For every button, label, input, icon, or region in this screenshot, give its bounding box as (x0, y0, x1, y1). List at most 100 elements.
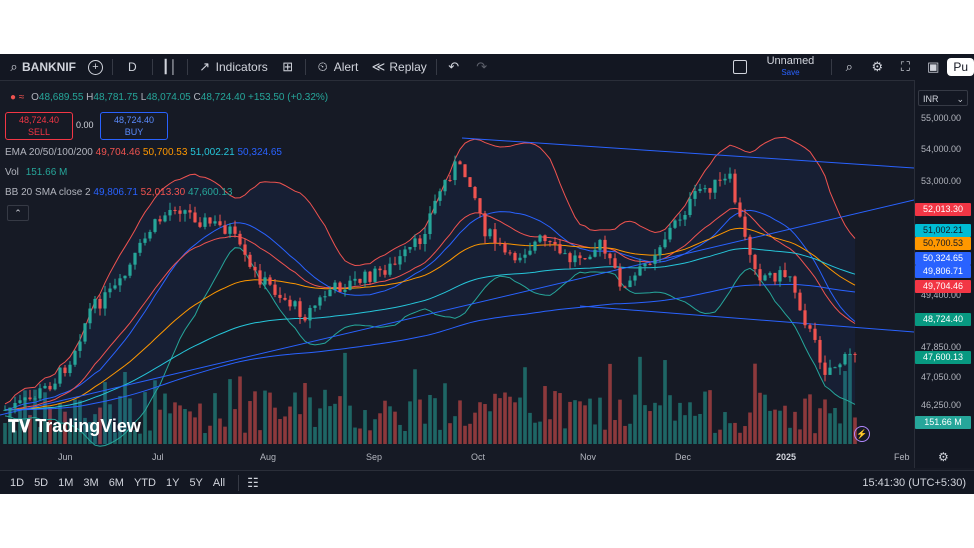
candle-body (823, 362, 827, 375)
divider (151, 59, 153, 75)
indicators-button[interactable]: ↗ Indicators (191, 54, 274, 80)
volume-bar (543, 386, 547, 444)
layout-name-button[interactable]: Unnamed Save (753, 54, 829, 80)
volume-bar (688, 402, 692, 444)
chart-type-button[interactable]: ┃│ (156, 54, 184, 80)
time-axis[interactable]: Jun Jul Aug Sep Oct Nov Dec 2025 Feb ⚙ (0, 448, 949, 468)
range-1y[interactable]: 1Y (161, 477, 184, 489)
candle-body (8, 408, 12, 410)
volume-bar (403, 430, 407, 444)
compare-button[interactable]: + (82, 54, 109, 80)
volume-bar (698, 413, 702, 444)
candle-body (713, 179, 717, 193)
candle-body (798, 292, 802, 311)
date-range-icon[interactable]: ☷ (247, 475, 259, 491)
bb-legend[interactable]: BB 20 SMA close 2 49,806.71 52,013.30 47… (5, 187, 232, 198)
symbol-search[interactable]: ⌕ BANKNIF (0, 54, 82, 80)
volume-bar (633, 394, 637, 444)
candle-body (638, 266, 642, 276)
candle-body (743, 216, 747, 237)
volume-bar (593, 424, 597, 444)
price-axis[interactable]: INR ⌄ 55,000.00 54,000.00 53,000.00 49,4… (914, 80, 974, 468)
redo-button[interactable]: ↷ (468, 54, 496, 80)
volume-bar (738, 432, 742, 444)
fullscreen-button[interactable]: ⛶ (891, 54, 919, 80)
templates-button[interactable]: ⊞ (274, 54, 302, 80)
alert-button[interactable]: ⏲ Alert (309, 54, 365, 80)
candle-body (838, 364, 842, 368)
volume-bar (693, 415, 697, 444)
range-all[interactable]: All (208, 477, 230, 489)
volume-bar (748, 412, 752, 444)
axis-tick: 53,000.00 (921, 176, 962, 186)
search-icon: ⌕ (845, 59, 853, 74)
volume-bar (648, 411, 652, 444)
settings-button[interactable]: ⚙ (863, 54, 891, 80)
gear-icon[interactable]: ⚙ (938, 450, 949, 464)
price-tag-bb-lower: 47,600.13 (915, 351, 971, 364)
undo-button[interactable]: ↶ (440, 54, 468, 80)
sell-button[interactable]: 48,724.40 SELL (5, 112, 73, 140)
range-5y[interactable]: 5Y (184, 477, 207, 489)
candle-body (828, 367, 832, 375)
volume-bar (443, 383, 447, 444)
candle-body (608, 253, 612, 259)
range-3m[interactable]: 3M (78, 477, 103, 489)
volume-bar (238, 376, 242, 444)
replay-button[interactable]: ≪ Replay (364, 54, 432, 80)
candle-body (148, 231, 152, 239)
buy-label: BUY (124, 127, 144, 137)
range-1m[interactable]: 1M (53, 477, 78, 489)
ema-legend[interactable]: EMA 20/50/100/200 49,704.46 50,700.53 51… (5, 147, 282, 158)
range-1d[interactable]: 1D (5, 477, 29, 489)
candle-body (533, 241, 537, 251)
candle-body (653, 255, 657, 264)
volume-bar (368, 430, 372, 444)
volume-legend[interactable]: Vol 151.66 M (5, 167, 67, 178)
volume-bar (808, 394, 812, 444)
candle-body (493, 229, 497, 244)
volume-bar (308, 397, 312, 444)
candle-body (233, 226, 237, 234)
layout-name: Unnamed (766, 55, 815, 67)
candle-body (603, 239, 607, 254)
layout-checkbox[interactable] (727, 54, 753, 80)
volume-bar (298, 414, 302, 444)
buy-button[interactable]: 48,724.40 BUY (100, 112, 168, 140)
price-tag-ema-20: 49,704.46 (915, 280, 971, 293)
sell-label: SELL (27, 127, 51, 137)
publish-button[interactable]: Pu (947, 58, 974, 76)
candle-body (633, 275, 637, 281)
snapshot-button[interactable]: ▣ (919, 54, 947, 80)
volume-bar (268, 392, 272, 444)
volume-bar (273, 407, 277, 444)
clock[interactable]: 15:41:30 (UTC+5:30) (862, 477, 966, 489)
candle-body (583, 258, 587, 260)
currency-select[interactable]: INR ⌄ (918, 90, 968, 106)
range-ytd[interactable]: YTD (129, 477, 161, 489)
candle-body (308, 307, 312, 321)
volume-bar (643, 405, 647, 444)
volume-bar (228, 379, 232, 444)
symbol-name: BANKNIF (22, 60, 76, 74)
quick-search-button[interactable]: ⌕ (835, 54, 863, 80)
time-label: Oct (471, 452, 486, 462)
collapse-legend-button[interactable]: ⌃ (7, 205, 29, 221)
candle-body (333, 282, 337, 290)
candle-body (708, 188, 712, 193)
range-5d[interactable]: 5D (29, 477, 53, 489)
candle-body (173, 209, 177, 211)
volume-bar (448, 423, 452, 444)
chevron-up-icon: ⌃ (14, 208, 22, 218)
candle-body (513, 253, 517, 261)
interval-button[interactable]: D (116, 54, 149, 80)
candle-body (248, 254, 252, 267)
lightning-icon[interactable]: ⚡ (854, 426, 870, 442)
volume-bar (343, 352, 347, 444)
volume-bar (578, 401, 582, 444)
volume-bar (463, 425, 467, 444)
volume-bar (258, 430, 262, 444)
volume-bar (668, 395, 672, 444)
range-6m[interactable]: 6M (104, 477, 129, 489)
axis-tick: 55,000.00 (921, 113, 962, 123)
